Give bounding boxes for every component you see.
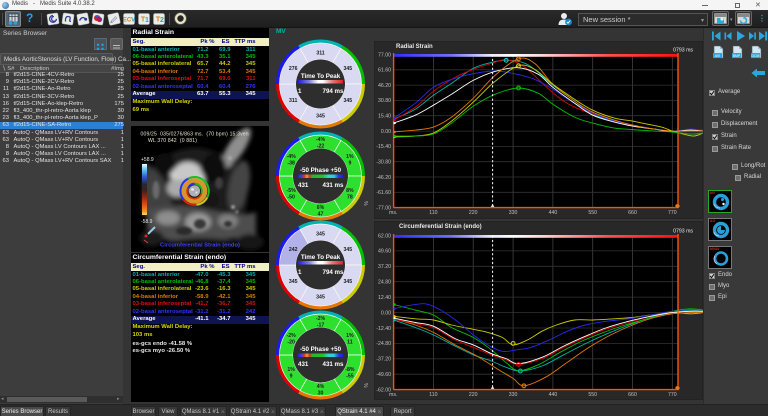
svg-text:BMP: BMP [733, 54, 741, 58]
svg-text:110: 110 [429, 392, 437, 398]
svg-text:12.40: 12.40 [378, 295, 391, 301]
svg-text:-37.20: -37.20 [376, 357, 391, 363]
svg-text:220: 220 [469, 392, 478, 398]
svg-text:550: 550 [588, 392, 597, 398]
svg-text:%: % [364, 383, 370, 388]
svg-text:DCM: DCM [752, 54, 760, 58]
svg-text:-49.60: -49.60 [376, 372, 391, 378]
svg-text:770: 770 [668, 392, 677, 398]
svg-text:-24.80: -24.80 [376, 341, 391, 347]
svg-text:24.80: 24.80 [378, 280, 391, 286]
svg-text:-12.40: -12.40 [376, 326, 391, 332]
svg-text:62.00: 62.00 [378, 233, 391, 239]
svg-text:660: 660 [628, 392, 637, 398]
svg-text:Circumferential Strain (endo): Circumferential Strain (endo) [399, 224, 482, 230]
svg-text:ms.: ms. [389, 392, 397, 398]
svg-text:49.60: 49.60 [378, 249, 391, 255]
svg-text:0793 ms: 0793 ms [673, 229, 693, 235]
svg-text:440: 440 [549, 392, 558, 398]
svg-text:AVI: AVI [715, 54, 720, 58]
svg-text:37.20: 37.20 [378, 264, 391, 270]
svg-text:0.00: 0.00 [381, 310, 391, 316]
svg-text:330: 330 [509, 392, 518, 398]
